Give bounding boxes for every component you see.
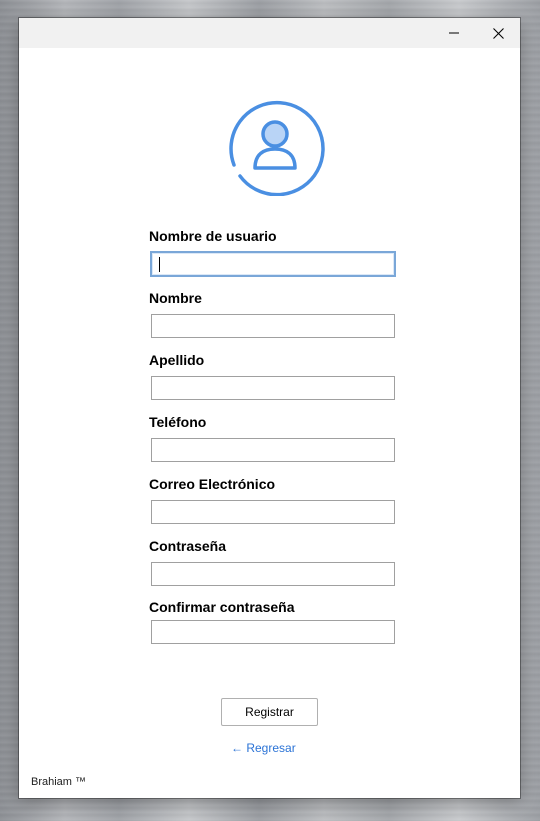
first-name-input[interactable] [151, 314, 395, 338]
minimize-icon [449, 32, 459, 34]
last-name-label: Apellido [149, 352, 205, 368]
username-input[interactable] [150, 251, 396, 277]
title-bar [19, 18, 520, 48]
registration-window: Nombre de usuario Nombre Apellido Teléfo… [19, 18, 520, 798]
back-link[interactable]: ← Regresar [231, 741, 296, 755]
user-avatar-icon [225, 96, 325, 197]
text-caret [159, 257, 160, 272]
confirm-password-input[interactable] [151, 620, 395, 644]
password-label: Contraseña [149, 538, 227, 554]
username-label: Nombre de usuario [149, 228, 277, 244]
first-name-label: Nombre [149, 290, 202, 306]
phone-label: Teléfono [149, 414, 207, 430]
last-name-input[interactable] [151, 376, 395, 400]
email-input[interactable] [151, 500, 395, 524]
minimize-button[interactable] [432, 18, 476, 48]
confirm-password-label: Confirmar contraseña [149, 599, 295, 615]
email-label: Correo Electrónico [149, 476, 276, 492]
close-icon [492, 27, 504, 39]
phone-input[interactable] [151, 438, 395, 462]
register-button[interactable]: Registrar [221, 698, 318, 726]
close-button[interactable] [476, 18, 520, 48]
footer-brand: Brahiam ™ [31, 776, 87, 788]
password-input[interactable] [151, 562, 395, 586]
